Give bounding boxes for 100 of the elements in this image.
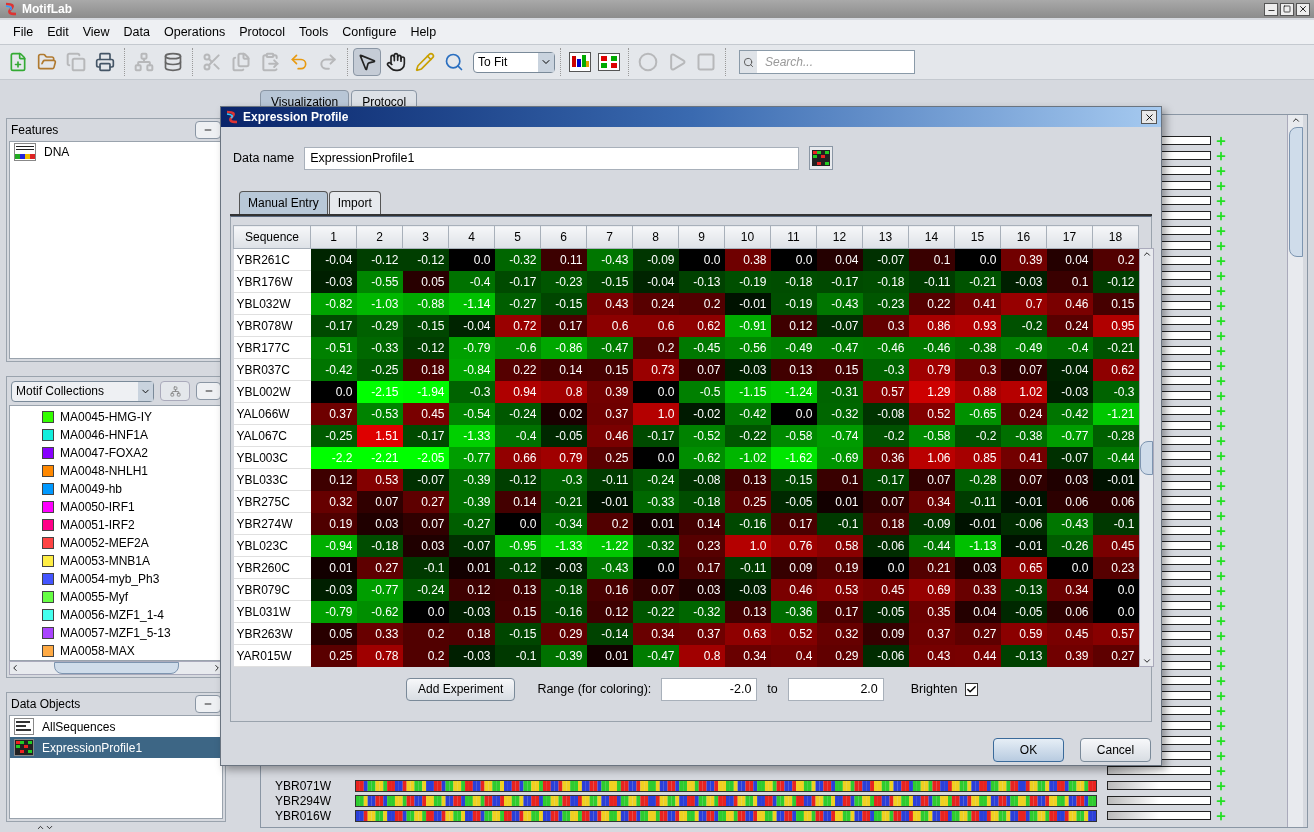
menu-item[interactable]: Protocol [232,22,292,42]
plus-icon[interactable] [1215,134,1227,147]
motif-item[interactable]: MA0055-Myf [42,588,222,606]
color-grid-button[interactable] [809,146,834,170]
plus-icon[interactable] [1215,269,1227,282]
data-object-item[interactable]: AllSequences [10,716,222,737]
motif-item[interactable]: MA0054-myb_Ph3 [42,570,222,588]
plus-icon[interactable] [1215,539,1227,552]
plus-icon[interactable] [1215,614,1227,627]
motif-item[interactable]: MA0050-IRF1 [42,498,222,516]
plus-icon[interactable] [1215,374,1227,387]
data-name-field[interactable]: ExpressionProfile1 [304,146,800,170]
plus-icon[interactable] [1215,359,1227,372]
plus-icon[interactable] [1215,224,1227,237]
column-header[interactable]: 8 [632,225,679,249]
plus-icon[interactable] [1215,644,1227,657]
column-header[interactable]: 3 [402,225,449,249]
column-header[interactable]: 12 [816,225,863,249]
column-header[interactable]: 16 [1000,225,1047,249]
feature-item[interactable]: DNA [10,142,222,162]
plus-icon[interactable] [1215,179,1227,192]
plus-icon[interactable] [1215,524,1227,537]
plus-icon[interactable] [1215,284,1227,297]
plus-icon[interactable] [1215,719,1227,732]
plus-icon[interactable] [1215,554,1227,567]
plus-icon[interactable] [1215,479,1227,492]
plus-icon[interactable] [1215,299,1227,312]
motif-item[interactable]: MA0058-MAX [42,642,222,660]
tree-view-button[interactable] [160,381,191,401]
plus-icon[interactable] [1215,419,1227,432]
collapse-button[interactable] [196,382,221,400]
plus-icon[interactable] [1215,389,1227,402]
plus-icon[interactable] [1215,404,1227,417]
motif-item[interactable]: MA0046-HNF1A [42,426,222,444]
range-max-field[interactable]: 2.0 [787,677,884,701]
plus-icon[interactable] [1215,209,1227,222]
dialog-tab[interactable]: Import [328,191,381,214]
dialog-button[interactable]: OK [993,738,1064,762]
plus-icon[interactable] [1215,749,1227,762]
vertical-scrollbar[interactable] [1287,115,1303,827]
dialog-tab[interactable]: Manual Entry [239,191,328,214]
plus-icon[interactable] [1215,704,1227,717]
column-header[interactable]: 11 [770,225,817,249]
range-min-field[interactable]: -2.0 [661,677,758,701]
column-header[interactable]: 10 [724,225,771,249]
plus-icon[interactable] [1215,464,1227,477]
scroll-down-icon[interactable] [1141,656,1152,666]
motif-item[interactable]: MA0047-FOXA2 [42,444,222,462]
menu-item[interactable]: File [6,22,41,42]
motif-item[interactable]: MA0053-MNB1A [42,552,222,570]
menu-item[interactable]: Data [116,22,157,42]
menu-item[interactable]: View [75,22,117,42]
column-header[interactable]: 13 [862,225,909,249]
scroll-up-icon[interactable] [1290,115,1301,125]
plus-icon[interactable] [1215,794,1227,807]
plus-icon[interactable] [1215,254,1227,267]
table-scrollbar[interactable] [1139,248,1154,667]
menu-item[interactable]: Tools [292,22,336,42]
data-object-item[interactable]: ExpressionProfile1 [10,737,222,758]
column-header[interactable]: 4 [448,225,495,249]
menu-item[interactable]: Configure [335,22,404,42]
column-header[interactable]: 18 [1092,225,1139,249]
plus-icon[interactable] [1215,659,1227,672]
toolbar-button[interactable] [353,48,381,76]
column-header[interactable]: Sequence [233,225,311,249]
close-button[interactable] [1296,2,1310,16]
plus-icon[interactable] [1215,599,1227,612]
plus-icon[interactable] [1215,164,1227,177]
column-header[interactable]: 17 [1046,225,1093,249]
plus-icon[interactable] [1215,569,1227,582]
motif-item[interactable]: MA0052-MEF2A [42,534,222,552]
plus-icon[interactable] [1215,779,1227,792]
plus-icon[interactable] [1215,449,1227,462]
plus-icon[interactable] [1215,239,1227,252]
plus-icon[interactable] [1215,764,1227,777]
dialog-button[interactable]: Cancel [1080,738,1151,762]
scroll-right-icon[interactable] [212,663,222,673]
plus-icon[interactable] [1215,689,1227,702]
close-button[interactable] [1141,110,1157,124]
plus-icon[interactable] [1215,809,1227,822]
scroll-thumb[interactable] [1140,440,1153,475]
plus-icon[interactable] [1215,194,1227,207]
column-header[interactable]: 15 [954,225,1001,249]
motif-item[interactable]: MA0057-MZF1_5-13 [42,624,222,642]
scroll-thumb[interactable] [53,662,179,674]
horizontal-scrollbar[interactable] [9,661,223,675]
column-header[interactable]: 5 [494,225,541,249]
column-header[interactable]: 6 [540,225,587,249]
brighten-checkbox[interactable] [965,682,979,696]
plus-icon[interactable] [1215,329,1227,342]
collapse-button[interactable] [195,121,221,139]
plus-icon[interactable] [1215,314,1227,327]
plus-icon[interactable] [1215,344,1227,357]
scroll-up-icon[interactable] [1141,249,1152,259]
column-header[interactable]: 1 [310,225,357,249]
column-header[interactable]: 14 [908,225,955,249]
motif-item[interactable]: MA0051-IRF2 [42,516,222,534]
collection-dropdown[interactable]: Motif Collections [11,380,155,402]
motif-item[interactable]: MA0048-NHLH1 [42,462,222,480]
plus-icon[interactable] [1215,509,1227,522]
